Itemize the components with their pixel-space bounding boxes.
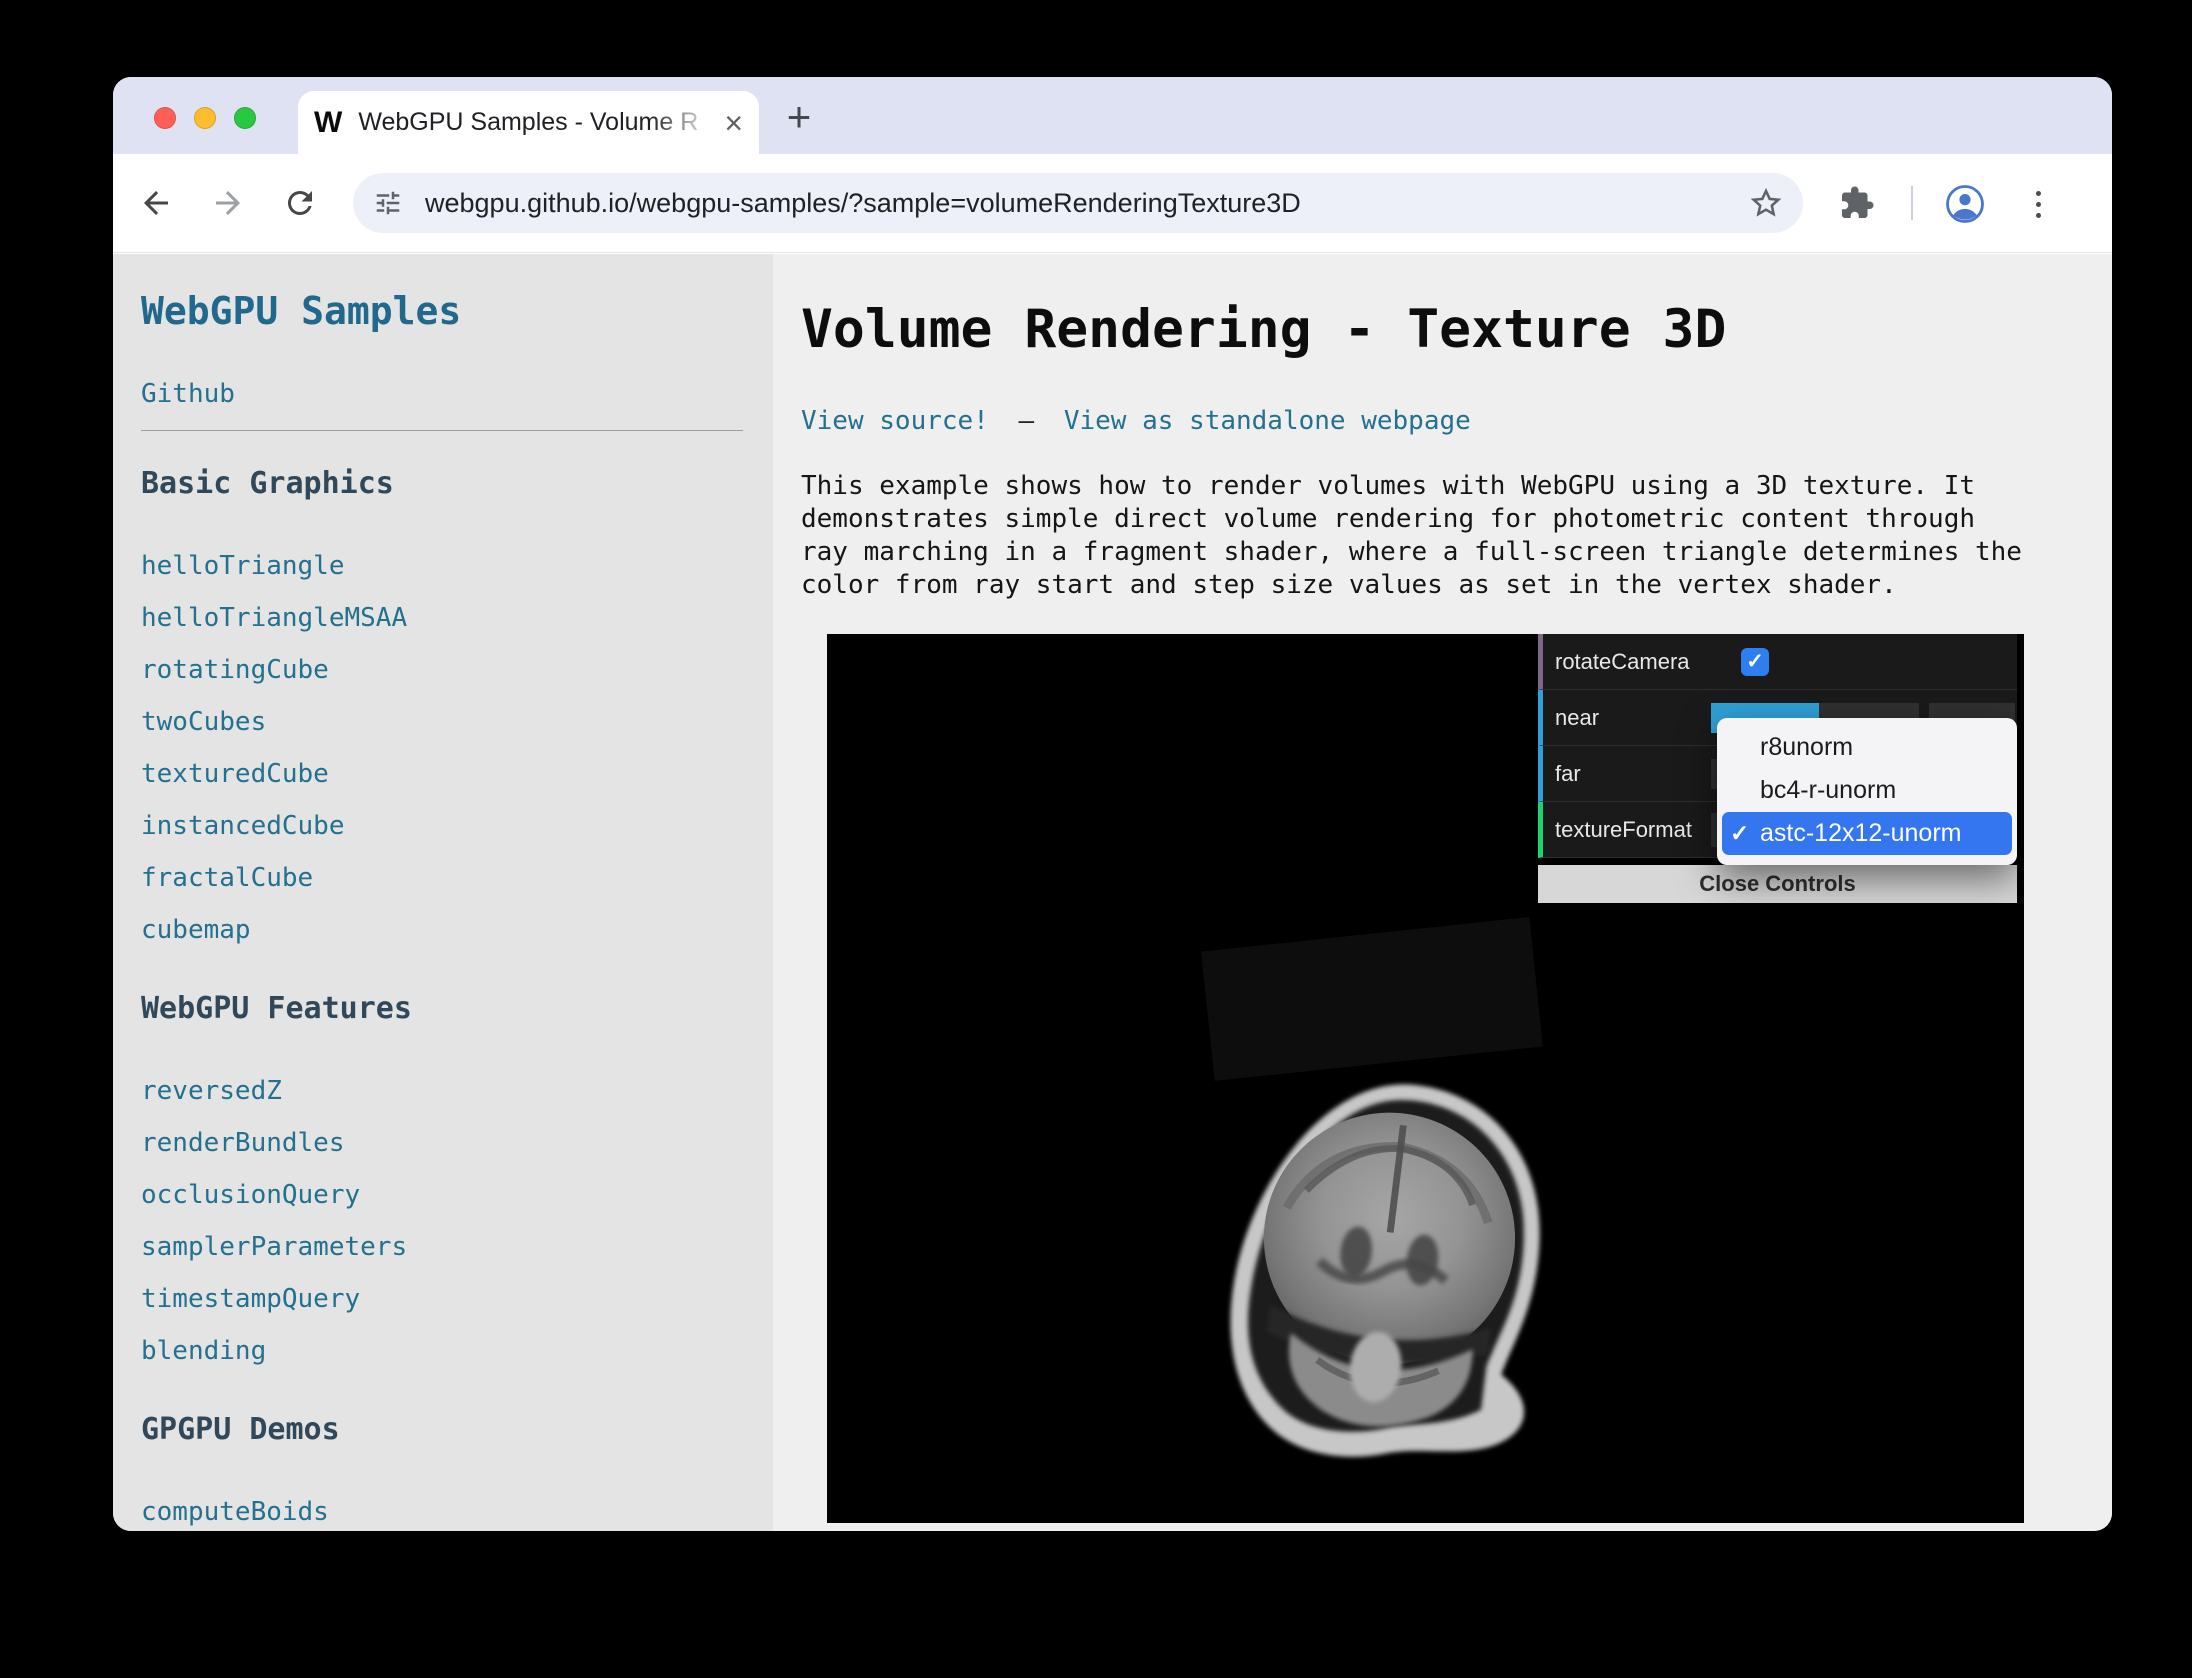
dropdown-option-astc-12x12-unorm[interactable]: ✓ astc-12x12-unorm <box>1722 812 2012 855</box>
option-label: bc4-r-unorm <box>1760 776 1896 805</box>
profile-icon[interactable] <box>1944 183 1986 225</box>
tab-close-icon[interactable]: × <box>724 107 743 139</box>
sample-link[interactable]: texturedCube <box>141 748 743 800</box>
tab-strip: W WebGPU Samples - Volume R × + <box>113 77 2112 154</box>
gui-row-rotate-camera: rotateCamera ✓ <box>1538 634 2017 690</box>
gui-label-near: near <box>1555 705 1599 731</box>
sample-link[interactable]: occlusionQuery <box>141 1169 743 1221</box>
page-title: Volume Rendering - Texture 3D <box>801 298 2112 362</box>
tab-title: WebGPU Samples - Volume R <box>358 108 714 137</box>
bookmark-star-icon[interactable] <box>1749 186 1783 220</box>
sidebar-divider <box>141 430 743 431</box>
sidebar: WebGPU Samples Github Basic Graphics hel… <box>113 254 773 1531</box>
sample-link[interactable]: cubemap <box>141 904 743 956</box>
volume-bounds-shadow <box>1201 917 1543 1081</box>
sample-link[interactable]: helloTriangleMSAA <box>141 592 743 644</box>
option-label: astc-12x12-unorm <box>1760 819 1961 848</box>
view-source-link[interactable]: View source! <box>801 406 989 436</box>
link-separator: — <box>1019 406 1035 436</box>
sample-link[interactable]: renderBundles <box>141 1117 743 1169</box>
sample-link[interactable]: blending <box>141 1325 743 1377</box>
option-label: r8unorm <box>1760 733 1853 762</box>
section-heading-webgpu-features: WebGPU Features <box>141 989 743 1029</box>
gui-label-texture-format: textureFormat <box>1555 817 1692 843</box>
site-title: WebGPU Samples <box>141 288 743 334</box>
sample-link[interactable]: rotatingCube <box>141 644 743 696</box>
texture-format-dropdown: r8unorm bc4-r-unorm ✓ astc-12x12-unorm <box>1717 718 2017 865</box>
site-settings-icon[interactable] <box>373 188 403 218</box>
browser-tab[interactable]: W WebGPU Samples - Volume R × <box>298 91 759 154</box>
zoom-window-button[interactable] <box>234 107 256 129</box>
extensions-puzzle-icon[interactable] <box>1839 185 1875 221</box>
forward-icon[interactable] <box>210 185 246 221</box>
sample-link[interactable]: instancedCube <box>141 800 743 852</box>
gui-label-far: far <box>1555 761 1581 787</box>
page-content: WebGPU Samples Github Basic Graphics hel… <box>113 254 2112 1531</box>
github-link[interactable]: Github <box>141 378 743 410</box>
sample-link[interactable]: computeBoids <box>141 1486 743 1531</box>
section-heading-basic-graphics: Basic Graphics <box>141 464 743 504</box>
minimize-window-button[interactable] <box>194 107 216 129</box>
section-heading-gpgpu-demos: GPGPU Demos <box>141 1410 743 1450</box>
sample-description: This example shows how to render volumes… <box>801 470 2096 602</box>
sample-link[interactable]: timestampQuery <box>141 1273 743 1325</box>
rotate-camera-checkbox[interactable]: ✓ <box>1741 648 1769 676</box>
new-tab-button[interactable]: + <box>777 93 821 141</box>
dropdown-option-bc4-r-unorm[interactable]: bc4-r-unorm <box>1722 769 2012 812</box>
sample-link[interactable]: twoCubes <box>141 696 743 748</box>
sample-link[interactable]: helloTriangle <box>141 540 743 592</box>
toolbar-divider <box>1911 186 1913 220</box>
close-window-button[interactable] <box>154 107 176 129</box>
browser-window: W WebGPU Samples - Volume R × + webgpu.g… <box>113 77 2112 1531</box>
reload-icon[interactable] <box>282 185 318 221</box>
sample-link[interactable]: samplerParameters <box>141 1221 743 1273</box>
source-links: View source! — View as standalone webpag… <box>801 404 2112 438</box>
close-controls-button[interactable]: Close Controls <box>1538 865 2017 903</box>
dropdown-option-r8unorm[interactable]: r8unorm <box>1722 726 2012 769</box>
url-bar[interactable]: webgpu.github.io/webgpu-samples/?sample=… <box>353 173 1803 233</box>
sample-link[interactable]: fractalCube <box>141 852 743 904</box>
sample-link[interactable]: reversedZ <box>141 1065 743 1117</box>
sample-list-webgpu-features: reversedZrenderBundlesocclusionQuerysamp… <box>141 1065 743 1377</box>
render-canvas[interactable]: rotateCamera ✓ near far textureFor <box>827 634 2024 1523</box>
sample-list-gpgpu-demos: computeBoids <box>141 1486 743 1531</box>
checkmark-icon: ✓ <box>1730 820 1760 847</box>
webgpu-favicon-icon: W <box>314 106 342 140</box>
sample-list-basic-graphics: helloTrianglehelloTriangleMSAArotatingCu… <box>141 540 743 956</box>
url-text: webgpu.github.io/webgpu-samples/?sample=… <box>425 188 1749 219</box>
gui-label-rotate-camera: rotateCamera <box>1555 649 1690 675</box>
standalone-webpage-link[interactable]: View as standalone webpage <box>1064 406 1471 436</box>
window-controls <box>154 107 256 129</box>
back-icon[interactable] <box>138 185 174 221</box>
main-content: Volume Rendering - Texture 3D View sourc… <box>773 254 2112 1531</box>
brain-mri-render <box>1181 1072 1593 1477</box>
browser-toolbar: webgpu.github.io/webgpu-samples/?sample=… <box>113 154 2112 253</box>
menu-kebab-icon[interactable] <box>2031 184 2045 224</box>
